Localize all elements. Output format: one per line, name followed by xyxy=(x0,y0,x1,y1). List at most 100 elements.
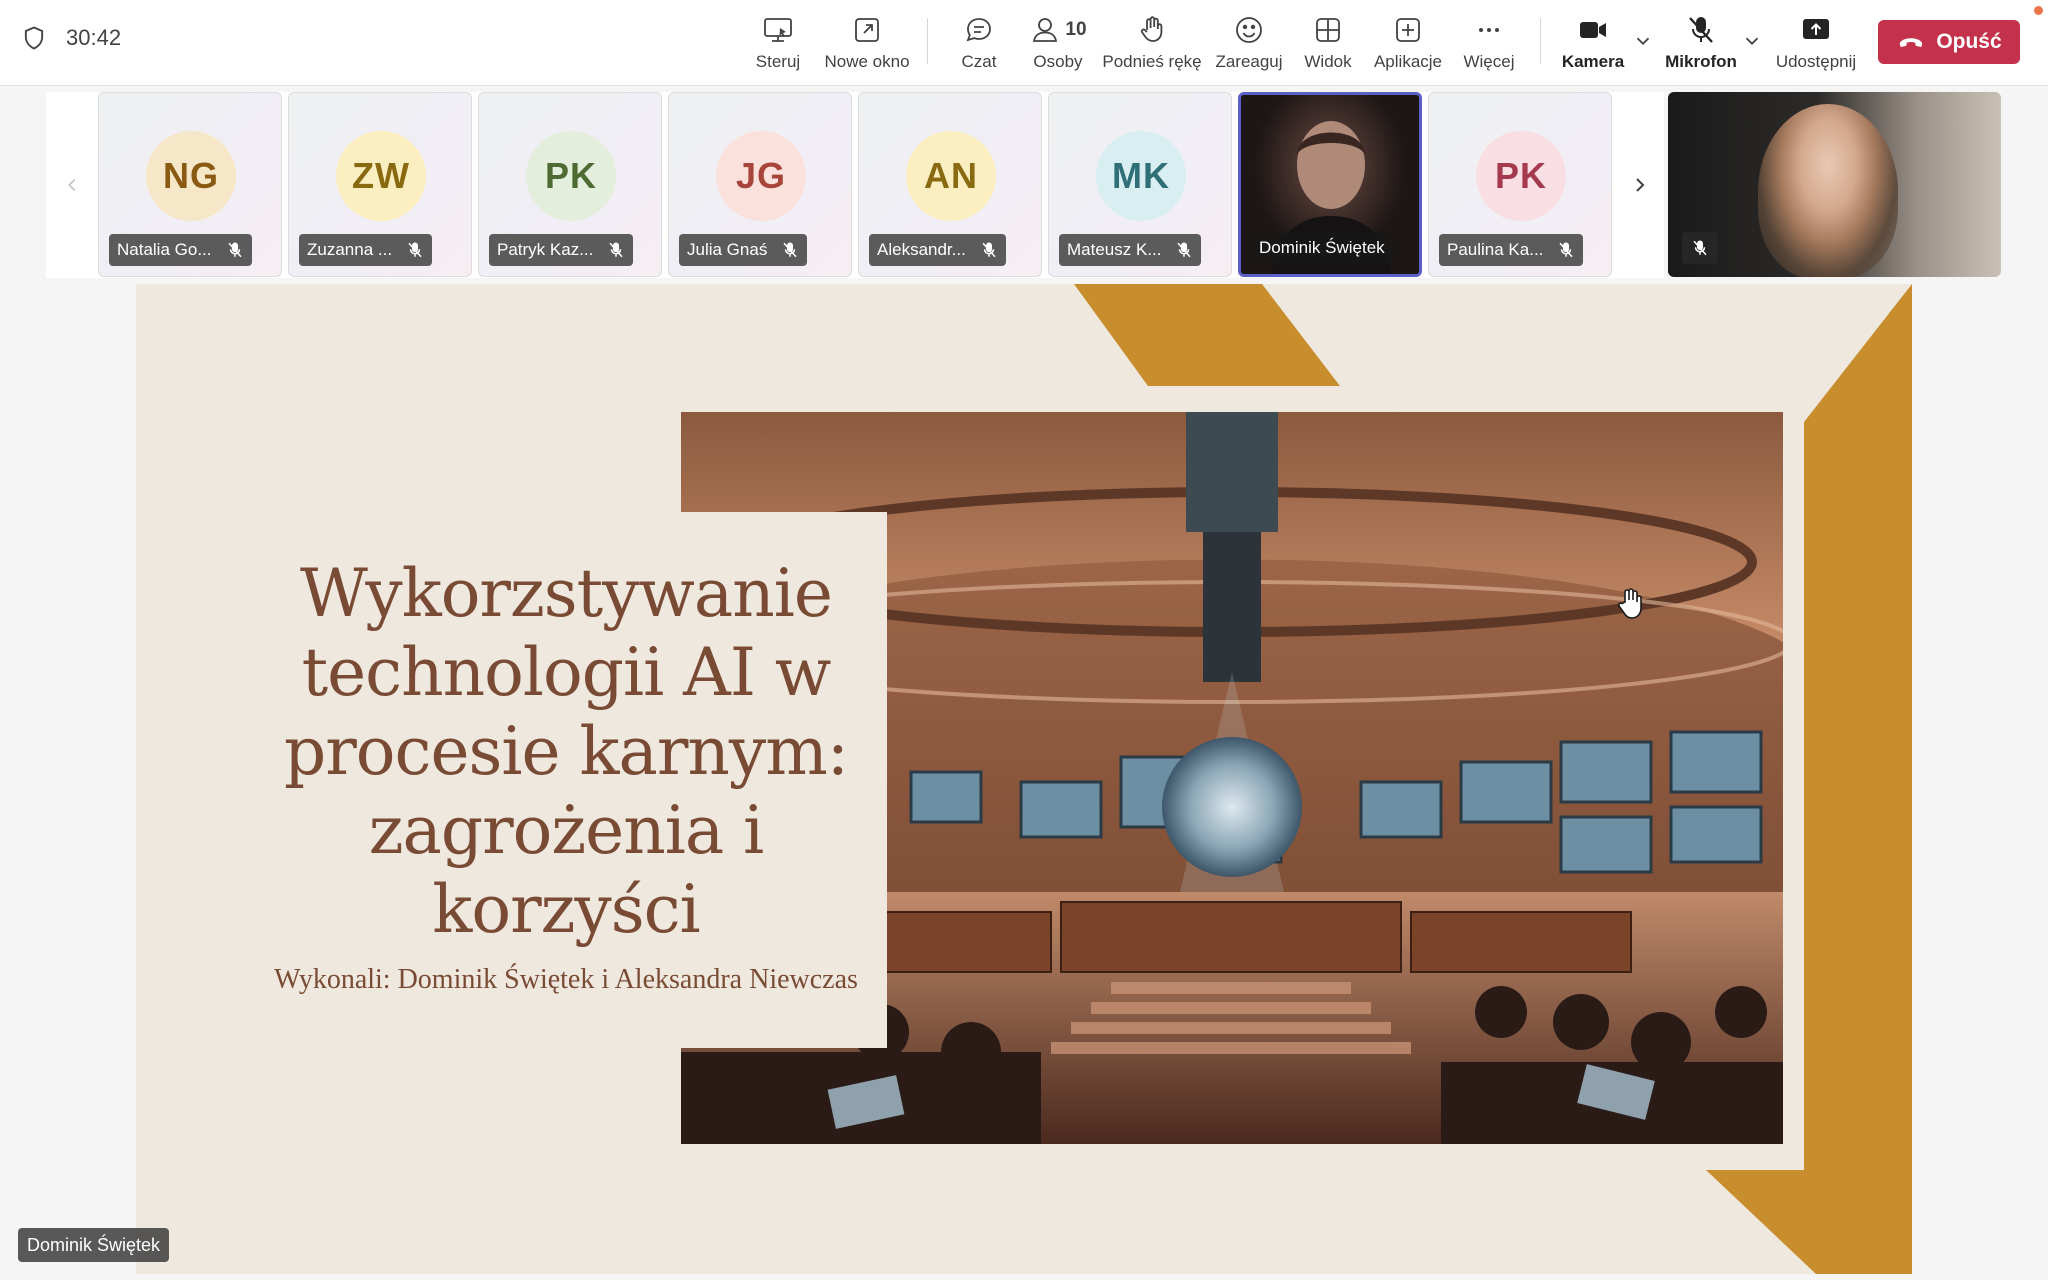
participant-name-tag: Julia Gnaś xyxy=(679,234,808,266)
mic-off-icon xyxy=(609,242,623,258)
control-button[interactable]: Steruj xyxy=(748,12,808,76)
hand-icon xyxy=(1140,16,1163,42)
slide-subtitle: Wykonali: Dominik Świętek i Aleksandra N… xyxy=(274,964,858,995)
participant-name-tag: Aleksandr... xyxy=(869,234,1006,266)
new-window-button[interactable]: Nowe okno xyxy=(822,12,912,76)
raise-hand-label: Podnieś rękę xyxy=(1102,52,1202,71)
chat-button[interactable]: Czat xyxy=(954,12,1004,76)
avatar: JG xyxy=(716,131,806,221)
apps-label: Aplikacje xyxy=(1373,52,1443,71)
meeting-toolbar: 30:42 Steruj Nowe okno Czat 10 Osoby Pod… xyxy=(0,0,2048,86)
slide-title-line: procesie karnym: xyxy=(283,713,849,790)
react-button[interactable]: Zareaguj xyxy=(1214,12,1284,76)
avatar: PK xyxy=(526,131,616,221)
slide-title-line: technologii AI w xyxy=(301,634,832,711)
toolbar-divider xyxy=(927,18,928,64)
more-button[interactable]: Więcej xyxy=(1460,12,1518,76)
participant-tile[interactable]: AN Aleksandr... xyxy=(858,92,1042,277)
chevron-down-icon[interactable] xyxy=(1741,30,1763,52)
more-label: Więcej xyxy=(1463,52,1515,71)
participant-tile[interactable]: ZW Zuzanna ... xyxy=(288,92,472,277)
pop-out-icon xyxy=(855,18,879,42)
participant-name: Aleksandr... xyxy=(877,240,966,259)
apps-button[interactable]: Aplikacje xyxy=(1370,12,1446,76)
avatar: AN xyxy=(906,131,996,221)
more-dots-icon xyxy=(1479,28,1499,32)
self-video xyxy=(1758,104,1898,277)
mic-button[interactable]: Mikrofon xyxy=(1664,12,1738,76)
hand-cursor-icon xyxy=(1617,588,1642,619)
participant-tile[interactable]: MK Mateusz K... xyxy=(1048,92,1232,277)
mic-off-icon xyxy=(1693,240,1707,256)
people-label: Osoby xyxy=(1033,52,1083,71)
mic-off-icon xyxy=(408,242,422,258)
raise-hand-button[interactable]: Podnieś rękę xyxy=(1102,12,1202,76)
chevron-right-icon xyxy=(1636,178,1645,192)
chat-icon xyxy=(966,18,991,42)
mic-off-icon xyxy=(227,242,242,258)
chevron-left-icon xyxy=(67,178,76,192)
timer-text: 30:42 xyxy=(66,25,122,50)
strip-next-button[interactable] xyxy=(1614,92,1666,278)
participant-name: Julia Gnaś xyxy=(687,240,768,259)
control-label: Steruj xyxy=(755,52,801,71)
shield-icon xyxy=(24,26,44,50)
participant-name: Mateusz K... xyxy=(1067,240,1162,259)
camera-label: Kamera xyxy=(1561,52,1625,71)
participant-name-tag: Dominik Świętek xyxy=(1251,232,1393,264)
hang-up-icon xyxy=(1900,38,1923,48)
slide-title-line: Wykorzstywanie xyxy=(300,555,833,632)
presentation-slide: Wykorzstywanie technologii AI w procesie… xyxy=(136,284,1912,1274)
react-label: Zareaguj xyxy=(1215,52,1283,71)
chat-label: Czat xyxy=(961,52,997,71)
participant-name: Natalia Go... xyxy=(117,240,212,259)
avatar: MK xyxy=(1096,131,1186,221)
self-mic-indicator xyxy=(1682,232,1718,264)
smiley-icon xyxy=(1236,17,1262,43)
slide-title-line: zagrożenia i xyxy=(368,792,765,869)
participant-tile[interactable]: PK Paulina Ka... xyxy=(1428,92,1612,277)
mic-off-icon xyxy=(1177,242,1192,258)
camera-button[interactable]: Kamera xyxy=(1562,12,1624,76)
leave-button[interactable]: Opuść xyxy=(1878,20,2020,64)
self-video-tile[interactable] xyxy=(1668,92,2001,277)
mic-label: Mikrofon xyxy=(1665,52,1737,71)
participant-tile[interactable]: PK Patryk Kaz... xyxy=(478,92,662,277)
strip-prev-button[interactable] xyxy=(46,92,98,278)
avatar: NG xyxy=(146,131,236,221)
participant-name-tag: Patryk Kaz... xyxy=(489,234,634,266)
participant-tile-active-speaker[interactable]: Dominik Świętek xyxy=(1238,92,1422,277)
participant-name: Paulina Ka... xyxy=(1447,240,1544,259)
people-count: 10 xyxy=(1065,19,1087,40)
participant-tile[interactable]: NG Natalia Go... xyxy=(98,92,282,277)
participant-tile[interactable]: JG Julia Gnaś xyxy=(668,92,852,277)
person-icon xyxy=(1033,18,1058,42)
mic-off-icon xyxy=(783,242,797,258)
slide-title: Wykorzstywanie technologii AI w procesie… xyxy=(246,554,886,949)
notification-dot xyxy=(2034,6,2043,15)
add-app-icon xyxy=(1396,18,1420,42)
participant-name-tag: Mateusz K... xyxy=(1059,234,1202,266)
new-window-label: Nowe okno xyxy=(824,52,910,71)
presenter-name-label: Dominik Świętek xyxy=(18,1228,170,1262)
share-screen-icon xyxy=(1803,19,1829,39)
participant-name: Patryk Kaz... xyxy=(497,240,594,259)
participant-name-tag: Paulina Ka... xyxy=(1439,234,1584,266)
view-button[interactable]: Widok xyxy=(1302,12,1354,76)
screen-control-icon xyxy=(764,18,792,42)
avatar: ZW xyxy=(336,131,426,221)
people-button[interactable]: 10 Osoby xyxy=(1028,12,1088,76)
participant-name: Dominik Świętek xyxy=(1259,238,1385,257)
participant-name-tag: Zuzanna ... xyxy=(299,234,433,266)
participant-name: Zuzanna ... xyxy=(307,240,393,259)
meeting-timer: 30:42 xyxy=(20,24,121,52)
share-label: Udostępnij xyxy=(1775,52,1857,71)
slide-title-line: korzyści xyxy=(432,871,700,948)
participant-name-tag: Natalia Go... xyxy=(109,234,252,266)
view-label: Widok xyxy=(1304,52,1352,71)
chevron-down-icon[interactable] xyxy=(1632,30,1654,52)
share-button[interactable]: Udostępnij xyxy=(1772,12,1860,76)
mic-off-icon xyxy=(1689,17,1713,43)
grid-view-icon xyxy=(1316,18,1340,42)
mic-off-icon xyxy=(982,242,996,258)
